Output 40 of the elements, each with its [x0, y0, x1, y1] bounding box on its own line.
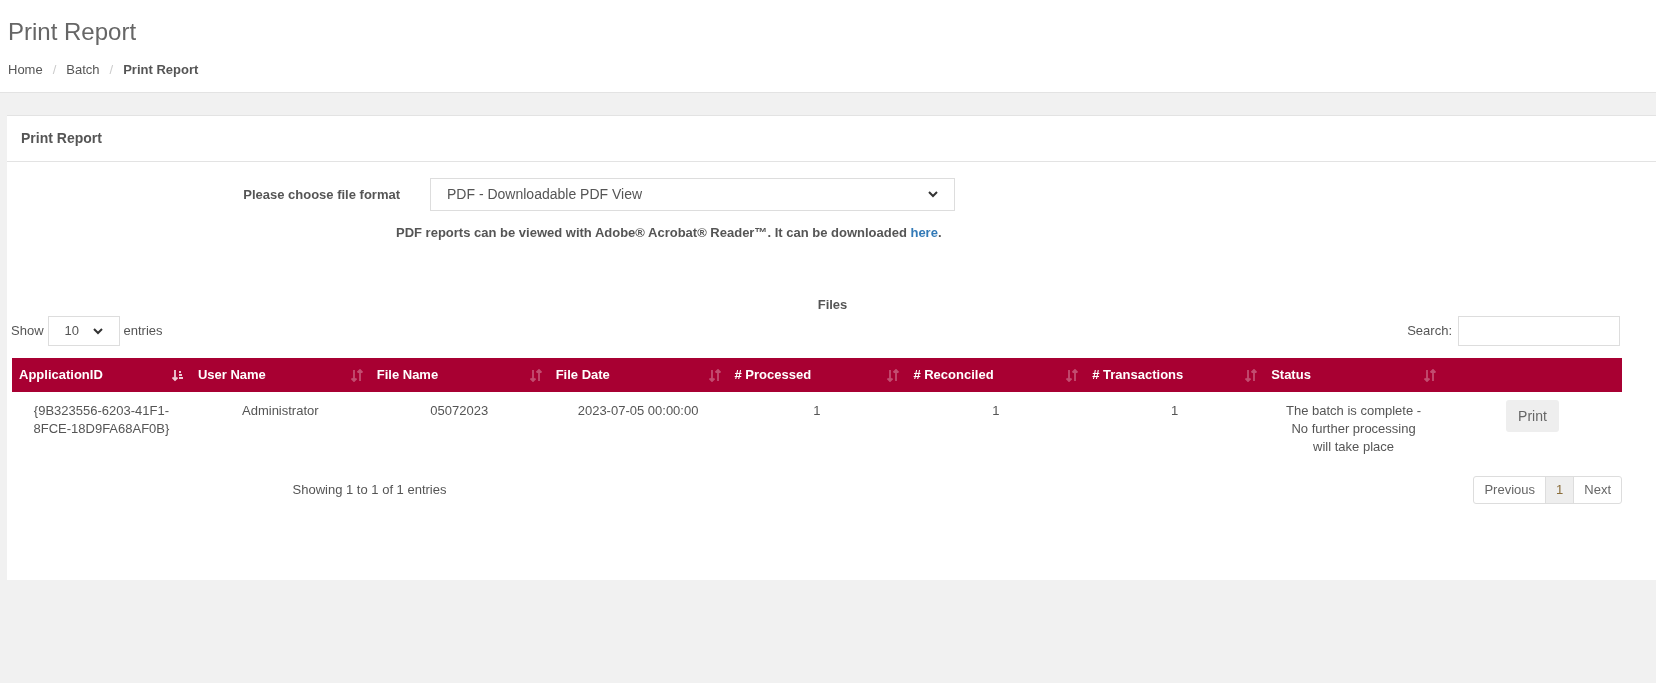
table-cell: 1	[1171, 403, 1179, 418]
print-button[interactable]: Print	[1506, 400, 1559, 432]
pagination-button[interactable]: Next	[1573, 477, 1621, 503]
column-header[interactable]: File Date	[548, 358, 728, 392]
column-header[interactable]: # Reconciled	[906, 358, 1086, 392]
show-label: Show	[11, 322, 44, 341]
table-cell: The batch is complete - No further processing will take place	[1286, 403, 1422, 454]
column-header[interactable]: ApplicationID	[12, 358, 191, 392]
entries-label: entries	[123, 322, 163, 341]
breadcrumb-link[interactable]: Home	[8, 60, 43, 80]
column-header[interactable]: User Name	[190, 358, 370, 392]
chevron-down-icon	[928, 191, 938, 198]
pagination-button[interactable]: Previous	[1474, 477, 1546, 503]
field-label: Please choose file format	[242, 185, 401, 204]
breadcrumb-separator: /	[51, 61, 58, 79]
breadcrumb-link[interactable]: Batch	[66, 60, 100, 80]
search-label: Search:	[1407, 322, 1452, 341]
table-title: Files	[816, 295, 848, 314]
column-header[interactable]: # Processed	[727, 358, 907, 392]
breadcrumb-separator: /	[108, 61, 115, 79]
page-title: Print Report	[8, 17, 138, 47]
card-title: Print Report	[21, 129, 102, 148]
column-header[interactable]: # Transactions	[1085, 358, 1265, 392]
entries-info: Showing 1 to 1 of 1 entries	[291, 481, 448, 500]
table-cell: 2023-07-05 00:00:00	[577, 403, 699, 418]
note-text: PDF reports can be viewed with Adobe® Acrobat® Reader™. It can be downloaded here.	[396, 224, 942, 242]
table-cell: 1	[992, 403, 1000, 418]
table-cell: Administrator	[242, 403, 319, 418]
column-header[interactable]: File Name	[369, 358, 549, 392]
table-cell: {9B323556-6203-41F1-8FCE-18D9FA68AF0B}	[33, 403, 170, 436]
table-cell: 05072023	[430, 403, 489, 418]
entries-select[interactable]: 10	[47, 316, 120, 346]
breadcrumb-current: Print Report	[123, 61, 199, 79]
pagination-button[interactable]: 1	[1545, 477, 1574, 503]
format-select[interactable]: PDF - Downloadable PDF View	[430, 178, 955, 211]
table-cell: 1	[813, 403, 821, 418]
column-header[interactable]: Status	[1264, 358, 1443, 392]
chevron-down-icon	[92, 327, 103, 335]
download-link[interactable]: here	[910, 225, 938, 240]
search-field[interactable]	[1458, 316, 1620, 346]
